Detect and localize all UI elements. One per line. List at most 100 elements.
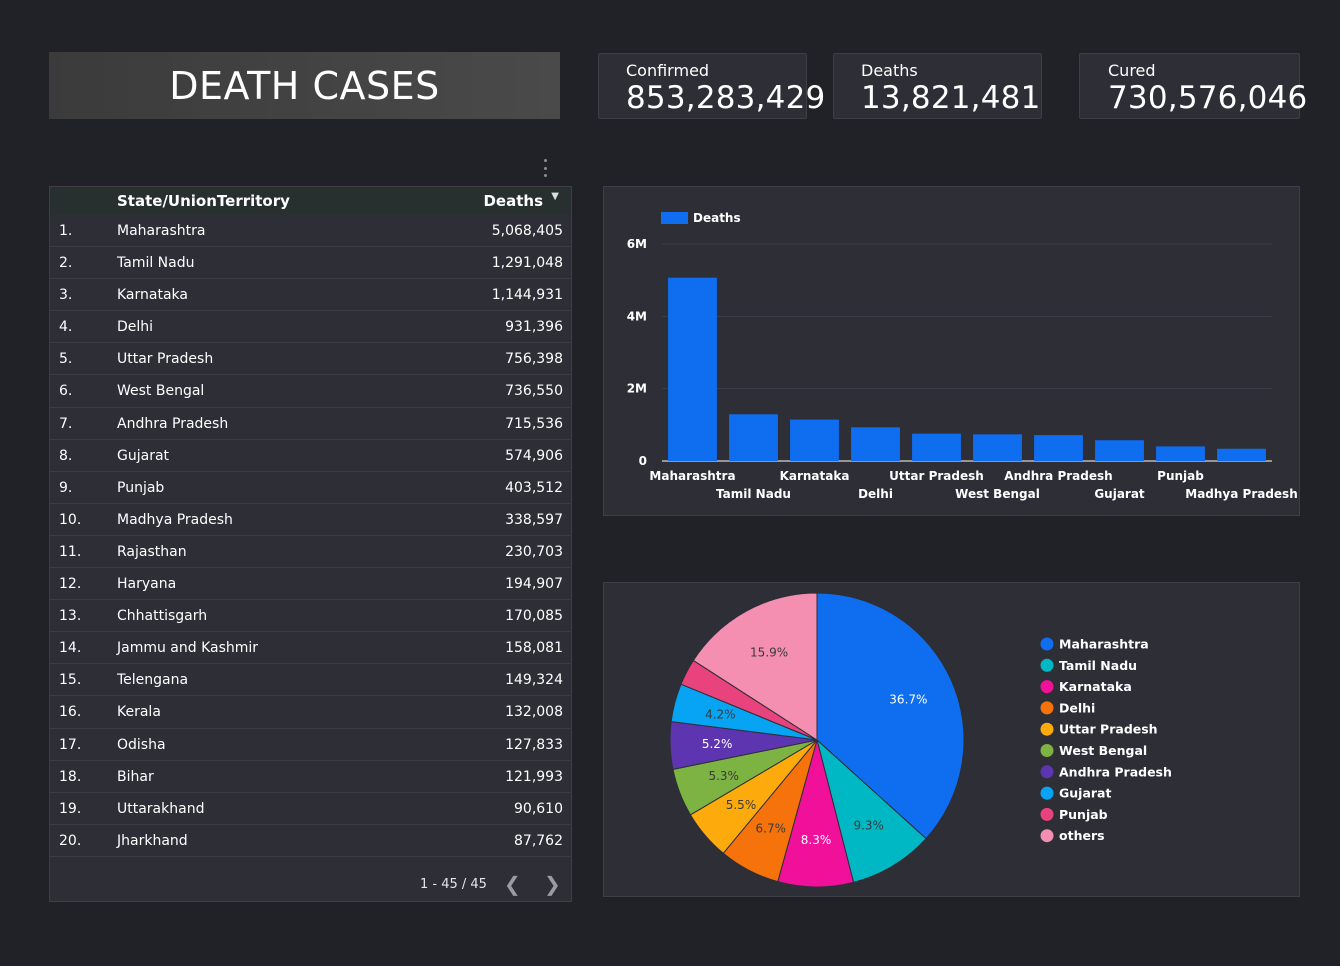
row-deaths-value: 230,703 xyxy=(505,543,563,560)
legend-label[interactable]: Karnataka xyxy=(1059,679,1132,694)
row-deaths-value: 1,291,048 xyxy=(491,255,563,272)
legend-dot xyxy=(1040,744,1054,757)
legend-label[interactable]: Tamil Nadu xyxy=(1059,658,1137,673)
row-deaths-value: 127,833 xyxy=(505,736,563,753)
pie-slice-label: 5.3% xyxy=(708,769,739,783)
deaths-table: State/UnionTerritory Deaths ▼ 1. Maharash… xyxy=(49,186,572,902)
row-state-name: Rajasthan xyxy=(117,543,187,560)
row-index: 18. xyxy=(59,768,82,785)
row-index: 11. xyxy=(59,543,82,560)
kpi-confirmed-card: Confirmed 853,283,429 xyxy=(598,53,826,119)
table-row[interactable]: 18. Bihar 121,993 xyxy=(50,761,571,793)
row-deaths-value: 715,536 xyxy=(505,415,563,432)
page-title: DEATH CASES xyxy=(49,52,560,119)
table-row[interactable]: 9. Punjab 403,512 xyxy=(50,472,571,504)
y-tick-label: 4M xyxy=(627,309,647,323)
legend-label[interactable]: Maharashtra xyxy=(1059,637,1149,652)
legend-swatch xyxy=(661,212,688,224)
pie-chart: 36.7% 9.3% 8.3% 6.7% 5.5% 5.3% 5.2% 4.2% 15.9% Ma… xyxy=(669,592,1172,888)
table-row[interactable]: 13. Chhattisgarh 170,085 xyxy=(50,600,571,633)
kpi-deaths-card: Deaths 13,821,481 xyxy=(833,53,1042,119)
row-index: 19. xyxy=(59,800,82,817)
kebab-menu-icon[interactable] xyxy=(541,159,549,177)
pie-slice-label: 36.7% xyxy=(889,692,927,706)
row-index: 15. xyxy=(59,672,82,689)
row-state-name: Punjab xyxy=(117,479,165,496)
row-state-name: Jammu and Kashmir xyxy=(117,640,259,657)
table-row[interactable]: 3. Karnataka 1,144,931 xyxy=(50,279,571,312)
legend-dot xyxy=(1040,658,1054,672)
row-state-name: Gujarat xyxy=(117,447,170,464)
chevron-left-icon[interactable]: ❮ xyxy=(504,872,521,896)
legend-label[interactable]: Delhi xyxy=(1059,700,1095,715)
table-row[interactable]: 11. Rajasthan 230,703 xyxy=(50,536,571,569)
table-row[interactable]: 14. Jammu and Kashmir 158,081 xyxy=(50,632,571,665)
row-index: 17. xyxy=(59,736,82,753)
legend-label[interactable]: Gujarat xyxy=(1059,786,1111,801)
legend-dot xyxy=(1040,829,1054,843)
row-deaths-value: 158,081 xyxy=(505,640,563,657)
row-state-name: Tamil Nadu xyxy=(117,255,195,272)
legend-label[interactable]: Punjab xyxy=(1059,807,1108,822)
row-deaths-value: 1,144,931 xyxy=(491,287,563,304)
legend-dot xyxy=(1040,807,1054,821)
chevron-right-icon[interactable]: ❯ xyxy=(544,872,561,896)
column-header-deaths[interactable]: Deaths xyxy=(483,192,543,210)
bar[interactable] xyxy=(973,434,1022,461)
kpi-cured-value: 730,576,046 xyxy=(1108,80,1308,116)
table-row[interactable]: 2. Tamil Nadu 1,291,048 xyxy=(50,247,571,280)
legend-dot xyxy=(1040,722,1054,736)
bar[interactable] xyxy=(668,277,717,461)
row-deaths-value: 5,068,405 xyxy=(491,223,563,239)
row-deaths-value: 931,396 xyxy=(505,319,563,336)
row-index: 8. xyxy=(59,447,73,464)
row-deaths-value: 170,085 xyxy=(505,608,563,625)
table-row[interactable]: 12. Haryana 194,907 xyxy=(50,568,571,601)
table-row[interactable]: 16. Kerala 132,008 xyxy=(50,696,571,729)
table-row[interactable]: 15. Telengana 149,324 xyxy=(50,664,571,697)
y-tick-label: 0 xyxy=(639,454,647,468)
bar[interactable] xyxy=(1156,446,1205,461)
table-body[interactable]: 1. Maharashtra 5,068,405 2. Tamil Nadu 1,291,… xyxy=(50,215,571,866)
x-tick-label: Uttar Pradesh xyxy=(889,469,984,483)
bar[interactable] xyxy=(1034,435,1083,461)
row-state-name: Odisha xyxy=(117,736,166,753)
kpi-deaths-label: Deaths xyxy=(861,61,918,80)
column-header-state[interactable]: State/UnionTerritory xyxy=(117,192,290,210)
legend-label[interactable]: Andhra Pradesh xyxy=(1059,764,1172,779)
row-deaths-value: 338,597 xyxy=(505,511,563,528)
legend-dot xyxy=(1040,680,1054,694)
table-row[interactable]: 1. Maharashtra 5,068,405 xyxy=(50,215,571,248)
table-row[interactable]: 20. Jharkhand 87,762 xyxy=(50,825,571,857)
row-index: 7. xyxy=(59,415,73,432)
table-row[interactable]: 5. Uttar Pradesh 756,398 xyxy=(50,343,571,376)
bar[interactable] xyxy=(851,427,900,461)
bar[interactable] xyxy=(912,433,961,461)
table-row[interactable]: 19. Uttarakhand 90,610 xyxy=(50,793,571,825)
table-row[interactable]: 8. Gujarat 574,906 xyxy=(50,440,571,472)
pie-slice-label: 4.2% xyxy=(705,708,736,722)
row-deaths-value: 756,398 xyxy=(505,351,563,368)
bar[interactable] xyxy=(790,419,839,461)
bar[interactable] xyxy=(729,414,778,461)
table-row[interactable]: 17. Odisha 127,833 xyxy=(50,729,571,761)
pie-chart-panel: 36.7% 9.3% 8.3% 6.7% 5.5% 5.3% 5.2% 4.2% 15.9% Ma… xyxy=(603,582,1300,897)
row-state-name: Jharkhand xyxy=(117,832,188,849)
kpi-confirmed-value: 853,283,429 xyxy=(626,80,826,116)
x-tick-label: West Bengal xyxy=(955,487,1040,501)
bar[interactable] xyxy=(1217,448,1266,461)
table-row[interactable]: 10. Madhya Pradesh 338,597 xyxy=(50,504,571,536)
sort-desc-icon[interactable]: ▼ xyxy=(551,191,559,202)
bar[interactable] xyxy=(1095,440,1144,461)
legend-label[interactable]: Uttar Pradesh xyxy=(1059,722,1158,737)
pie-slice-label: 15.9% xyxy=(750,645,788,659)
legend-label[interactable]: West Bengal xyxy=(1059,743,1147,758)
x-tick-label: Delhi xyxy=(858,487,893,501)
table-row[interactable]: 4. Delhi 931,396 xyxy=(50,311,571,344)
table-row[interactable]: 7. Andhra Pradesh 715,536 xyxy=(50,408,571,440)
row-index: 12. xyxy=(59,576,82,593)
x-tick-label: Maharashtra xyxy=(649,469,735,483)
row-state-name: Uttar Pradesh xyxy=(117,351,214,368)
table-row[interactable]: 6. West Bengal 736,550 xyxy=(50,375,571,408)
legend-label[interactable]: others xyxy=(1059,828,1105,843)
